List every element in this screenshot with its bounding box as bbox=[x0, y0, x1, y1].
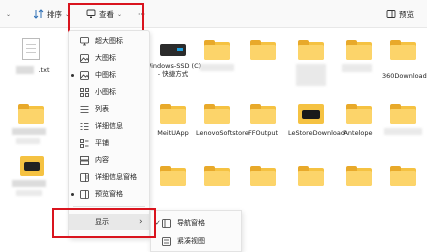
folder-icon[interactable] bbox=[346, 40, 372, 60]
label-windows-ssd: Windows-SSD (C) - 快捷方式 bbox=[144, 62, 202, 78]
menu-label: 导航窗格 bbox=[177, 219, 205, 227]
sort-icon bbox=[33, 8, 44, 21]
folder-icon[interactable] bbox=[298, 40, 324, 60]
label-360downloads: 360Downloads bbox=[382, 72, 427, 80]
selected-dot-icon bbox=[71, 74, 74, 77]
menu-item-medium-icons[interactable]: 中图标 bbox=[69, 67, 149, 83]
menu-item-details[interactable]: 详细信息 bbox=[69, 118, 149, 134]
menu-label: 紧凑视图 bbox=[177, 237, 205, 245]
menu-label: 详细信息 bbox=[95, 122, 123, 130]
folder-icon[interactable] bbox=[204, 104, 230, 124]
file-label-txt: .txt bbox=[38, 66, 50, 74]
preview-label: 预览 bbox=[399, 10, 414, 19]
details-pane-icon bbox=[80, 172, 89, 182]
folder-icon[interactable] bbox=[346, 166, 372, 186]
menu-item-small-icons[interactable]: 小图标 bbox=[69, 84, 149, 100]
menu-item-large-icons[interactable]: 大图标 bbox=[69, 50, 149, 66]
menu-label: 内容 bbox=[95, 156, 109, 164]
menu-label: 大图标 bbox=[95, 54, 116, 62]
details-icon bbox=[80, 122, 89, 131]
submenu-item-compact-view[interactable]: 紧凑视图 bbox=[151, 233, 241, 249]
folder-icon[interactable] bbox=[204, 166, 230, 186]
label-lenovosoftstore: LenovoSoftstore bbox=[196, 129, 249, 137]
blurred-filename bbox=[384, 128, 422, 135]
selected-dot-icon bbox=[71, 193, 74, 196]
blurred-filename bbox=[342, 64, 372, 72]
preview-pane-icon bbox=[386, 9, 396, 21]
blurred-filename bbox=[16, 138, 40, 144]
folder-icon[interactable] bbox=[160, 104, 186, 124]
image-icon bbox=[80, 53, 89, 63]
folder-icon[interactable] bbox=[250, 40, 276, 60]
folder-icon[interactable] bbox=[298, 166, 324, 186]
folder-icon[interactable] bbox=[160, 166, 186, 186]
label-antelope: Antelope bbox=[343, 129, 373, 137]
menu-label: 列表 bbox=[95, 105, 109, 113]
menu-item-content[interactable]: 内容 bbox=[69, 152, 149, 168]
sort-button[interactable]: 排序 ⌄ bbox=[33, 8, 70, 21]
show-item-highlight bbox=[52, 208, 156, 238]
monitor-icon bbox=[80, 36, 89, 46]
folder-icon[interactable] bbox=[250, 166, 276, 186]
menu-label: 详细信息窗格 bbox=[95, 173, 137, 181]
menu-label: 预览窗格 bbox=[95, 190, 123, 198]
submenu-item-navigation-pane[interactable]: ✓ 导航窗格 bbox=[151, 215, 241, 231]
show-submenu: ✓ 导航窗格 紧凑视图 bbox=[150, 210, 242, 252]
view-dropdown-menu: 超大图标 大图标 中图标 小图标 列表 详细信息 平铺 内容 详细信息窗格 预览… bbox=[68, 30, 150, 238]
menu-divider bbox=[73, 206, 145, 207]
blurred-filename bbox=[12, 180, 46, 187]
command-bar: ⌄ 排序 ⌄ 查看 ⌄ ··· 预览 bbox=[0, 0, 427, 28]
folder-icon[interactable] bbox=[346, 104, 372, 124]
menu-item-list[interactable]: 列表 bbox=[69, 101, 149, 117]
small-icons-icon bbox=[80, 87, 89, 97]
folder-icon[interactable] bbox=[18, 104, 44, 124]
menu-label: 小图标 bbox=[95, 88, 116, 96]
compact-view-icon bbox=[162, 236, 171, 246]
list-icon bbox=[80, 105, 89, 114]
drive-shortcut-icon[interactable] bbox=[160, 44, 186, 56]
folder-icon[interactable] bbox=[390, 166, 416, 186]
folder-icon[interactable] bbox=[390, 40, 416, 60]
nav-pane-icon bbox=[162, 218, 171, 228]
content-icon bbox=[80, 155, 89, 165]
folder-dark-icon[interactable] bbox=[298, 104, 324, 124]
file-icon bbox=[22, 38, 40, 60]
image-icon bbox=[80, 70, 89, 80]
label-ffoutput: FFOutput bbox=[247, 129, 279, 137]
sort-label: 排序 bbox=[47, 10, 62, 19]
tiles-icon bbox=[80, 138, 89, 148]
menu-label: 中图标 bbox=[95, 71, 116, 79]
menu-item-details-pane[interactable]: 详细信息窗格 bbox=[69, 169, 149, 185]
chevron-down-icon: ⌄ bbox=[6, 11, 12, 18]
folder-icon[interactable] bbox=[250, 104, 276, 124]
blurred-filename bbox=[16, 66, 34, 74]
folder-icon[interactable] bbox=[390, 104, 416, 124]
menu-item-preview-pane[interactable]: 预览窗格 bbox=[69, 186, 149, 202]
menu-item-tiles[interactable]: 平铺 bbox=[69, 135, 149, 151]
blurred-filename bbox=[16, 190, 42, 196]
menu-label: 平铺 bbox=[95, 139, 109, 147]
folder-icon[interactable] bbox=[204, 40, 230, 60]
new-button[interactable]: ⌄ bbox=[6, 8, 11, 21]
folder-dark-icon[interactable] bbox=[20, 156, 44, 176]
blurred-filename bbox=[296, 64, 326, 86]
menu-label: 超大图标 bbox=[95, 37, 123, 45]
blurred-filename bbox=[12, 128, 46, 135]
preview-button[interactable]: 预览 bbox=[386, 8, 414, 21]
label-meituapp: MeitUApp bbox=[157, 129, 189, 137]
preview-pane-icon bbox=[80, 189, 89, 199]
label-lestoredownload: LeStoreDownload bbox=[288, 129, 345, 137]
blurred-filename bbox=[200, 64, 234, 71]
menu-item-extra-large-icons[interactable]: 超大图标 bbox=[69, 33, 149, 49]
